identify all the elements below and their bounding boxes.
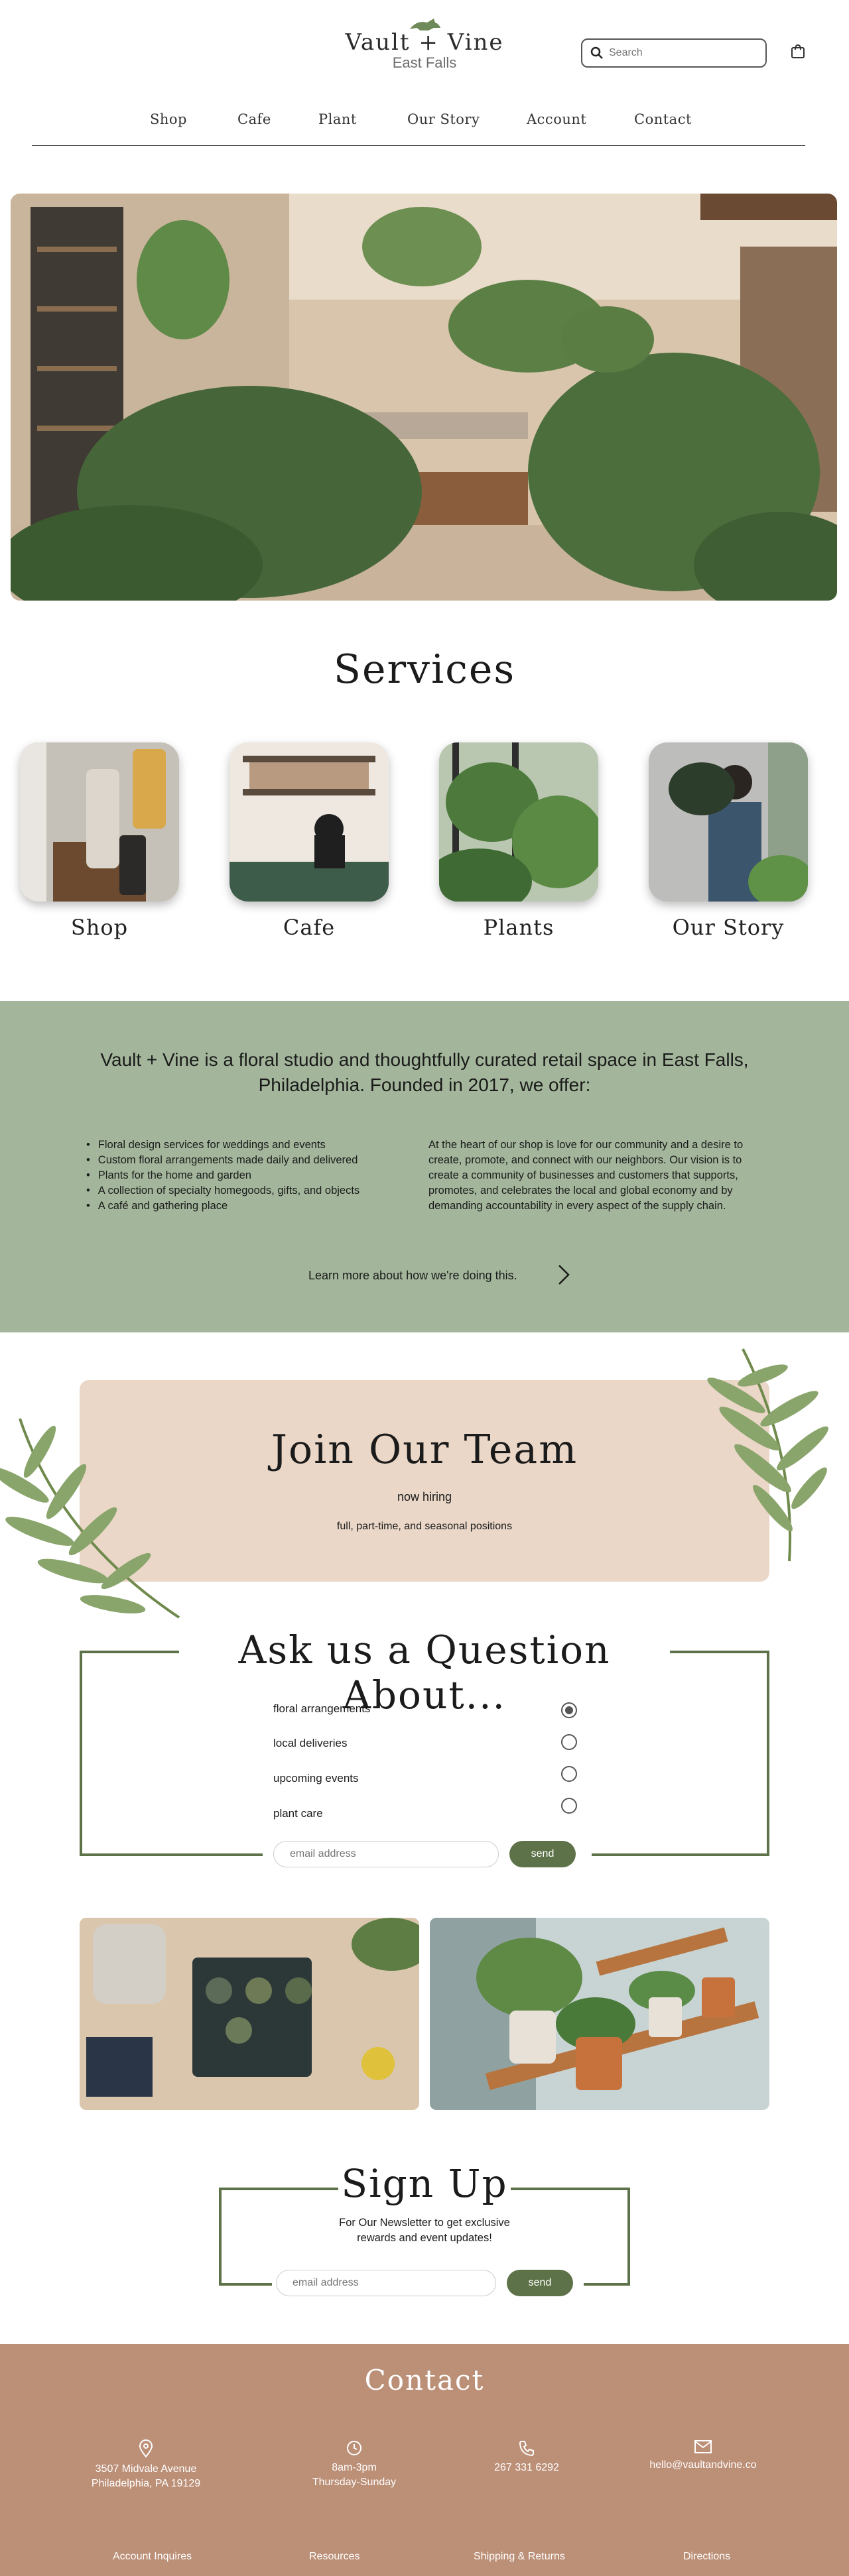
nav-contact[interactable]: Contact <box>634 111 692 127</box>
service-image-shop <box>20 742 179 902</box>
main-nav: Shop Cafe Plant Our Story Account Contac… <box>32 111 805 146</box>
about-section: Vault + Vine is a floral studio and thou… <box>0 1001 849 1332</box>
contact-phone[interactable]: 267 331 6292 <box>447 2439 606 2475</box>
shopping-bag-icon[interactable] <box>789 42 807 60</box>
ask-title: Ask us a Question About... <box>179 1627 670 1718</box>
address-line-2: Philadelphia, PA 19129 <box>91 2478 201 2489</box>
search-box[interactable] <box>581 38 767 68</box>
ask-email-input[interactable] <box>273 1841 499 1867</box>
frame-line <box>80 1651 179 1653</box>
signup-text: For Our Newsletter to get exclusive rewa… <box>339 2217 510 2244</box>
radio-local-deliveries[interactable] <box>561 1734 577 1750</box>
hero-image <box>11 194 837 601</box>
list-item: Floral design services for weddings and … <box>86 1138 405 1153</box>
service-image-our-story <box>649 742 808 902</box>
list-item: A café and gathering place <box>86 1199 405 1214</box>
radio-upcoming-events[interactable] <box>561 1766 577 1782</box>
chevron-right-icon[interactable] <box>557 1263 570 1286</box>
footer-link-account-inquires[interactable]: Account Inquires <box>113 2551 192 2563</box>
learn-more-link[interactable]: Learn more about how we're doing this. <box>308 1269 517 1283</box>
option-label: upcoming events <box>273 1772 359 1785</box>
option-label: floral arrangements <box>273 1702 371 1715</box>
brand-location: East Falls <box>392 54 457 71</box>
brand-logo[interactable]: Vault + Vine East Falls <box>345 16 504 72</box>
clock-icon <box>347 2441 361 2455</box>
contact-hours: 8am-3pm Thursday-Sunday <box>275 2439 434 2490</box>
potted-plants-photo <box>430 1918 769 2110</box>
service-label-cafe: Cafe <box>283 915 336 940</box>
search-icon[interactable] <box>590 46 604 60</box>
fern-leaf-icon <box>707 1348 828 1562</box>
workshop-photo <box>80 1918 419 2110</box>
offer-list: Floral design services for weddings and … <box>86 1138 405 1214</box>
services-title: Services <box>333 646 516 693</box>
mail-icon <box>694 2440 712 2453</box>
service-card-cafe[interactable]: Cafe <box>229 742 389 940</box>
nav-our-story[interactable]: Our Story <box>407 111 480 127</box>
service-card-plants[interactable]: Plants <box>439 742 598 940</box>
service-image-cafe <box>229 742 389 902</box>
frame-line <box>80 1853 263 1856</box>
service-image-plants <box>439 742 598 902</box>
contact-email[interactable]: hello@vaultandvine.co <box>623 2439 783 2473</box>
footer-link-shipping-returns[interactable]: Shipping & Returns <box>474 2551 565 2563</box>
nav-account[interactable]: Account <box>527 111 586 127</box>
frame-line <box>592 1853 769 1856</box>
address-line-1: 3507 Midvale Avenue <box>95 2463 197 2475</box>
hours-line-2: Thursday-Sunday <box>312 2477 397 2488</box>
frame-line <box>219 2188 338 2190</box>
nav-shop[interactable]: Shop <box>150 111 187 127</box>
service-card-shop[interactable]: Shop <box>20 742 179 940</box>
radio-floral-arrangements[interactable] <box>561 1702 577 1718</box>
email-address: hello@vaultandvine.co <box>649 2459 757 2471</box>
service-label-our-story: Our Story <box>672 915 785 940</box>
radio-plant-care[interactable] <box>561 1798 577 1814</box>
option-label: plant care <box>273 1807 323 1820</box>
list-item: A collection of specialty homegoods, gif… <box>86 1183 405 1199</box>
list-item: Custom floral arrangements made daily an… <box>86 1153 405 1168</box>
frame-line <box>670 1651 769 1653</box>
contact-section: Contact 3507 Midvale Avenue Philadelphia… <box>0 2344 849 2576</box>
service-label-shop: Shop <box>70 915 129 940</box>
ask-send-button[interactable]: send <box>509 1841 576 1867</box>
hours-line-1: 8am-3pm <box>332 2462 377 2473</box>
contact-title: Contact <box>364 2364 485 2396</box>
signup-send-button[interactable]: send <box>507 2270 573 2296</box>
map-pin-icon <box>139 2439 153 2458</box>
mission-text: At the heart of our shop is love for our… <box>428 1139 744 1212</box>
footer-link-resources[interactable]: Resources <box>309 2551 359 2563</box>
brand-name: Vault + Vine <box>345 29 504 56</box>
frame-line <box>584 2283 630 2286</box>
footer-link-directions[interactable]: Directions <box>683 2551 730 2563</box>
list-item: Plants for the home and garden <box>86 1168 405 1183</box>
frame-line <box>511 2188 630 2190</box>
signup-email-input[interactable] <box>276 2270 496 2296</box>
search-input[interactable] <box>609 47 755 59</box>
nav-plant[interactable]: Plant <box>318 111 357 127</box>
service-card-our-story[interactable]: Our Story <box>649 742 808 940</box>
about-heading: Vault + Vine is a floral studio and thou… <box>100 1049 749 1095</box>
signup-title: Sign Up <box>338 2161 511 2206</box>
phone-icon <box>519 2441 534 2457</box>
contact-address[interactable]: 3507 Midvale Avenue Philadelphia, PA 191… <box>66 2439 226 2491</box>
service-label-plants: Plants <box>483 915 555 940</box>
fern-leaf-icon <box>0 1418 180 1619</box>
phone-number: 267 331 6292 <box>494 2462 559 2473</box>
frame-line <box>219 2283 272 2286</box>
nav-cafe[interactable]: Cafe <box>237 111 271 127</box>
option-label: local deliveries <box>273 1737 348 1749</box>
